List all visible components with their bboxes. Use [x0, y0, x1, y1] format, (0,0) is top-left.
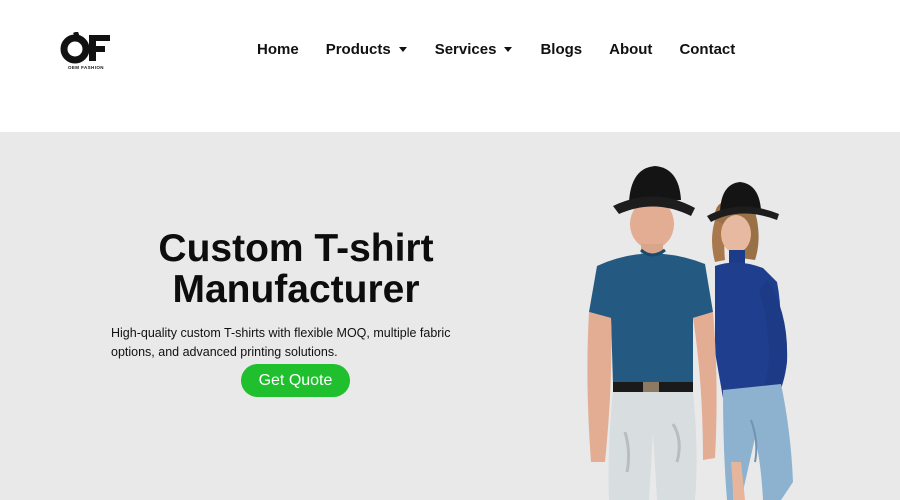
main-nav: Home Products Services Blogs About Conta… — [257, 38, 735, 60]
nav-item-label: About — [609, 40, 653, 58]
hero-models-image — [587, 166, 793, 500]
hero-title-line2: Manufacturer — [172, 268, 420, 311]
nav-item-blogs[interactable]: Blogs — [540, 41, 582, 58]
nav-item-products[interactable]: Products — [326, 41, 407, 58]
logo-text: OEM FASHION — [68, 65, 104, 70]
get-quote-button[interactable]: Get Quote — [241, 364, 350, 397]
nav-item-services[interactable]: Services — [435, 41, 513, 58]
nav-item-about[interactable]: About — [609, 41, 652, 58]
site-logo[interactable]: OEM FASHION — [60, 32, 114, 72]
nav-item-label: Products — [325, 40, 391, 58]
hero-title: Custom T-shirt Manufacturer — [126, 228, 466, 310]
nav-item-label: Services — [434, 40, 497, 58]
site-header: OEM FASHION Home Products Services Blogs… — [0, 0, 900, 132]
of-logo-icon — [60, 32, 110, 64]
caret-down-icon — [504, 46, 513, 52]
hero-description: High-quality custom T-shirts with flexib… — [111, 326, 451, 359]
nav-item-label: Blogs — [540, 40, 583, 58]
nav-item-home[interactable]: Home — [257, 41, 299, 58]
nav-item-contact[interactable]: Contact — [679, 41, 735, 58]
caret-down-icon — [398, 46, 407, 52]
nav-item-label: Home — [257, 40, 299, 58]
nav-item-label: Contact — [679, 40, 736, 58]
hero-section: Custom T-shirt Manufacturer High-quality… — [0, 132, 900, 500]
hero-title-line1: Custom T-shirt — [158, 227, 434, 270]
